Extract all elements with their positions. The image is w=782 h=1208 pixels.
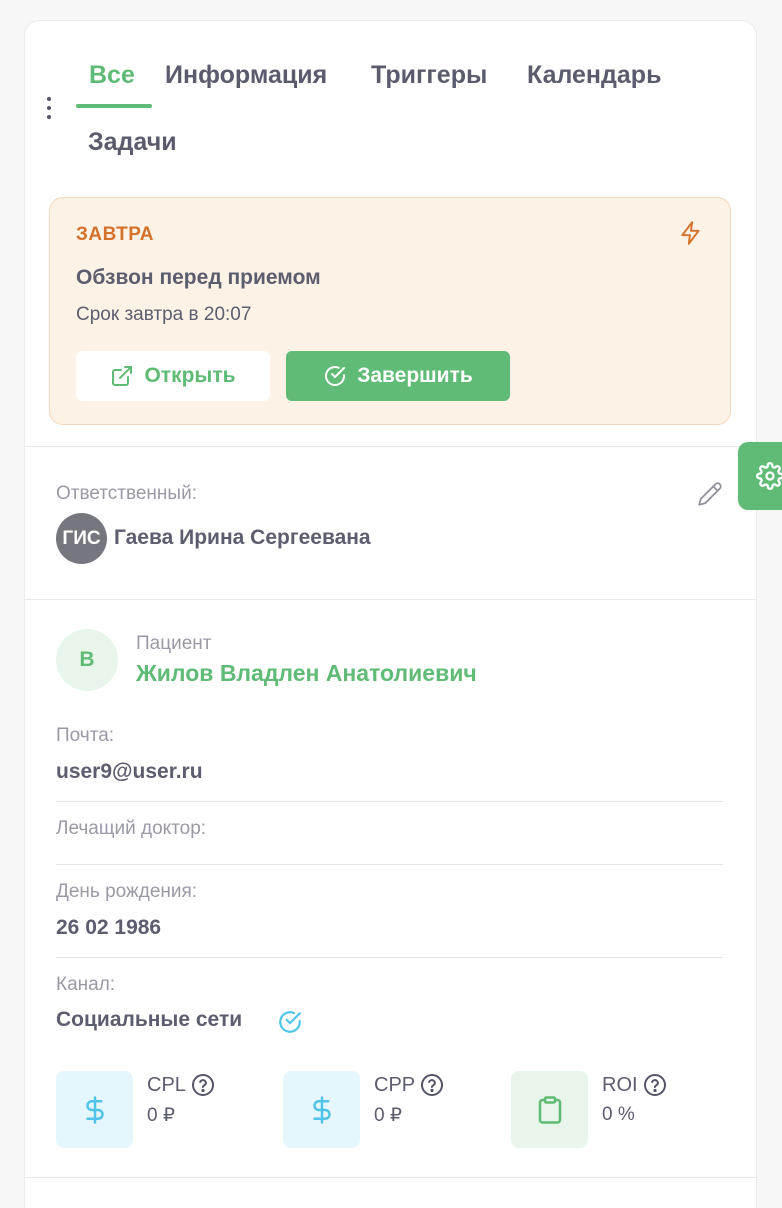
birthday-label: День рождения: <box>56 881 198 902</box>
tab-calendar[interactable]: Календарь <box>527 61 661 90</box>
cpl-metric: CPL <box>147 1073 215 1097</box>
patient-name-link[interactable]: Жилов Владлен Анатолиевич <box>136 660 477 687</box>
open-task-button[interactable]: Открыть <box>76 351 270 401</box>
avatar: ГИС <box>56 513 107 564</box>
tab-all[interactable]: Все <box>89 61 135 90</box>
patient-avatar: В <box>56 629 118 691</box>
roi-label: ROI <box>602 1073 638 1096</box>
section-divider <box>24 1177 757 1178</box>
birthday-value: 26 02 1986 <box>56 916 162 939</box>
cpp-metric: CPP <box>374 1073 444 1097</box>
email-value: user9@user.ru <box>56 760 203 783</box>
tab-information[interactable]: Информация <box>165 61 327 90</box>
complete-task-button[interactable]: Завершить <box>286 351 510 401</box>
responsible-label: Ответственный: <box>56 483 197 504</box>
complete-task-label: Завершить <box>357 364 473 387</box>
patient-label: Пациент <box>136 633 212 654</box>
external-link-icon <box>112 366 133 386</box>
cpl-label: CPL <box>147 1073 186 1096</box>
edit-pencil-icon[interactable] <box>697 481 723 507</box>
verified-check-icon <box>279 1011 301 1033</box>
roi-metric: ROI <box>602 1073 667 1097</box>
roi-value: 0 % <box>602 1104 635 1125</box>
open-task-label: Открыть <box>144 364 236 387</box>
active-tab-indicator <box>76 104 152 108</box>
section-divider <box>24 446 757 447</box>
gear-icon <box>756 462 782 490</box>
help-icon[interactable] <box>420 1073 444 1097</box>
dollar-icon <box>85 1095 104 1124</box>
clipboard-icon <box>538 1095 561 1124</box>
cpp-label: CPP <box>374 1073 416 1096</box>
help-icon[interactable] <box>643 1073 667 1097</box>
section-divider <box>24 599 757 600</box>
tab-triggers[interactable]: Триггеры <box>371 61 487 90</box>
settings-button[interactable] <box>738 442 782 510</box>
task-card: ЗАВТРА Обзвон перед приемом Срок завтра … <box>49 197 731 425</box>
roi-metric-icon-box <box>511 1071 588 1148</box>
tab-tasks[interactable]: Задачи <box>88 128 177 157</box>
channel-label: Канал: <box>56 974 116 995</box>
lightning-icon <box>681 221 700 245</box>
help-icon[interactable] <box>191 1073 215 1097</box>
field-divider <box>56 801 723 802</box>
doctor-label: Лечащий доктор: <box>56 818 207 839</box>
cpp-metric-icon-box <box>283 1071 360 1148</box>
check-circle-icon <box>325 366 346 386</box>
cpl-metric-icon-box <box>56 1071 133 1148</box>
channel-value: Социальные сети <box>56 1008 243 1031</box>
field-divider <box>56 864 723 865</box>
more-options-icon[interactable] <box>44 97 54 123</box>
cpp-value: 0 ₽ <box>374 1105 402 1126</box>
field-divider <box>56 957 723 958</box>
responsible-name: Гаева Ирина Сергеевана <box>114 526 371 549</box>
task-title: Обзвон перед приемом <box>76 266 321 289</box>
email-label: Почта: <box>56 725 115 746</box>
dollar-icon <box>312 1095 331 1124</box>
task-deadline: Срок завтра в 20:07 <box>76 304 252 325</box>
task-due-badge: ЗАВТРА <box>76 224 154 245</box>
cpl-value: 0 ₽ <box>147 1105 175 1126</box>
